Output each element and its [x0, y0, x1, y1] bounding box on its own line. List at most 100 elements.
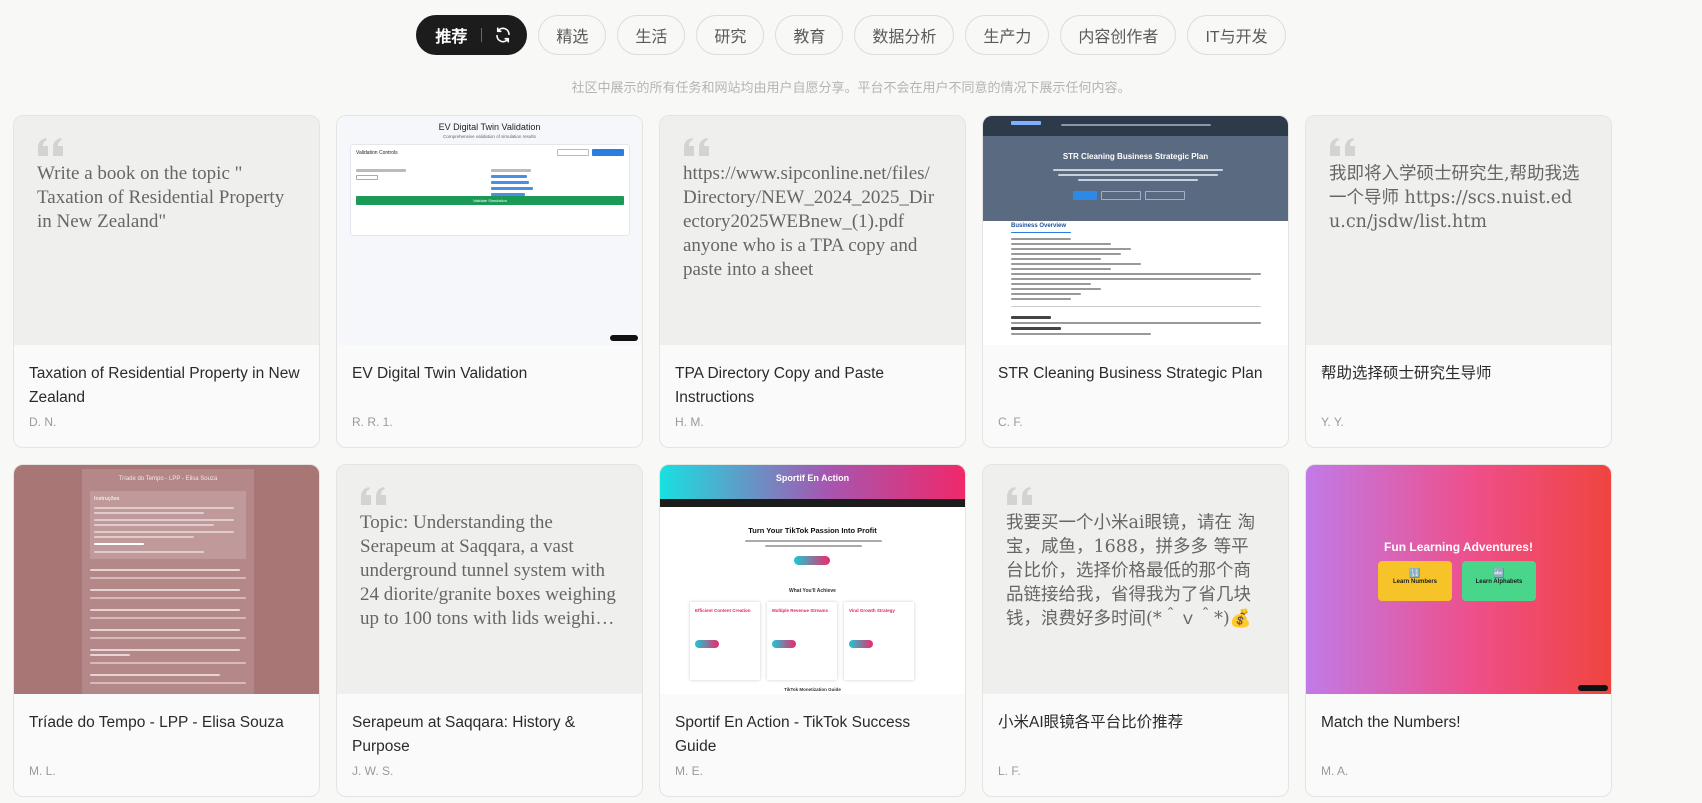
task-card[interactable]: https://www.sipconline.net/files/Directo…	[659, 115, 966, 448]
task-card[interactable]: Topic: Understanding the Serapeum at Saq…	[336, 464, 643, 797]
preview-bar	[1011, 327, 1061, 330]
preview-feature-title: Efficient Content Creation	[695, 608, 751, 613]
card-thumbnail: Sportif En Action Turn Your TikTok Passi…	[660, 465, 965, 694]
preview-bar	[1011, 238, 1071, 240]
preview-badge	[610, 335, 638, 341]
preview-bar	[94, 524, 214, 526]
preview-button	[695, 640, 719, 648]
preview-bar	[1101, 191, 1141, 200]
preview-bar	[1011, 333, 1151, 335]
card-thumbnail: 我即将入学硕士研究生,帮助我选一个导师 https://scs.nuist.ed…	[1306, 116, 1611, 345]
tab-education[interactable]: 教育	[775, 15, 844, 55]
tab-featured[interactable]: 精选	[538, 15, 607, 55]
preview-title: Tríade do Tempo - LPP - Elisa Souza	[118, 476, 218, 482]
card-author: M. A.	[1321, 764, 1349, 778]
task-card[interactable]: EV Digital Twin Validation Comprehensive…	[336, 115, 643, 448]
numbers-icon: 🔢	[1409, 568, 1421, 578]
preview-bar	[90, 654, 130, 656]
tab-label: 数据分析	[872, 29, 937, 46]
preview-button: Validate Simulation	[356, 196, 624, 205]
quote-icon	[684, 138, 709, 156]
community-notice: 社区中展示的所有任务和网站均由用户自愿分享。平台不会在用户不同意的情况下展示任何…	[571, 80, 1131, 95]
tab-it-dev[interactable]: IT与开发	[1187, 15, 1286, 55]
preview-bar	[1011, 278, 1251, 280]
preview-button	[794, 556, 830, 565]
tab-divider	[481, 28, 483, 42]
preview-bar	[90, 662, 246, 664]
category-tabs: 推荐 精选 生活 研究 教育 数据分析 生产力 内容创作者 IT与开发	[0, 15, 1702, 55]
preview-bar	[90, 589, 240, 591]
card-author: R. R. 1.	[352, 415, 393, 429]
task-card[interactable]: Sportif En Action Turn Your TikTok Passi…	[659, 464, 966, 797]
preview-bar	[90, 569, 240, 571]
task-card[interactable]: 我即将入学硕士研究生,帮助我选一个导师 https://scs.nuist.ed…	[1305, 115, 1612, 448]
tab-content-creator[interactable]: 内容创作者	[1060, 15, 1177, 55]
preview-bar	[491, 169, 531, 172]
refresh-icon[interactable]	[494, 26, 512, 44]
card-author: M. L.	[29, 764, 56, 778]
preview-bar	[94, 551, 204, 553]
tab-research[interactable]: 研究	[696, 15, 765, 55]
card-title: Tríade do Tempo - LPP - Elisa Souza	[29, 714, 284, 731]
preview-badge	[1578, 685, 1608, 691]
card-thumbnail: Topic: Understanding the Serapeum at Saq…	[337, 465, 642, 694]
preview-feature-card: Viral Growth Strategy	[844, 602, 914, 680]
preview-bar	[1011, 232, 1071, 233]
preview-bar	[94, 531, 234, 533]
prompt-text: 我即将入学硕士研究生,帮助我选一个导师 https://scs.nuist.ed…	[1329, 164, 1580, 232]
tab-label: 研究	[714, 29, 747, 46]
card-title: Serapeum at Saqqara: History & Purpose	[352, 714, 576, 755]
preview-bar	[1011, 273, 1261, 275]
card-thumbnail: Write a book on the topic " Taxation of …	[14, 116, 319, 345]
preview-bar	[1061, 124, 1211, 126]
website-preview: Fun Learning Adventures! 🔢 Learn Numbers…	[1306, 465, 1611, 694]
preview-bar	[1011, 283, 1091, 285]
website-preview: STR Cleaning Business Strategic Plan Bus…	[983, 116, 1288, 345]
preview-title: Fun Learning Adventures!	[1384, 540, 1533, 554]
card-title: 小米AI眼镜各平台比价推荐	[998, 714, 1184, 731]
preview-bar	[1011, 248, 1131, 250]
preview-section: Instruções	[94, 496, 120, 502]
tab-productivity[interactable]: 生产力	[965, 15, 1050, 55]
task-card[interactable]: Write a book on the topic " Taxation of …	[13, 115, 320, 448]
preview-bar	[90, 649, 240, 651]
quote-icon	[1330, 138, 1355, 156]
tab-life[interactable]: 生活	[617, 15, 686, 55]
card-title: 帮助选择硕士研究生导师	[1321, 365, 1492, 382]
preview-bar	[1073, 191, 1097, 200]
preview-section: What You'll Achieve	[789, 588, 836, 594]
preview-bar	[90, 597, 246, 599]
preview-bar	[592, 149, 624, 156]
preview-title: EV Digital Twin Validation	[438, 122, 541, 132]
preview-bar	[90, 637, 246, 639]
preview-bar	[356, 175, 378, 180]
preview-bar	[1011, 288, 1101, 290]
card-author: D. N.	[29, 415, 57, 429]
card-author: H. M.	[675, 415, 704, 429]
card-thumbnail: EV Digital Twin Validation Comprehensive…	[337, 116, 642, 345]
task-card[interactable]: Fun Learning Adventures! 🔢 Learn Numbers…	[1305, 464, 1612, 797]
tab-recommended[interactable]: 推荐	[416, 15, 528, 55]
preview-feature-title: Multiple Revenue Streams	[772, 608, 829, 613]
task-card[interactable]: 我要买一个小米ai眼镜，请在 淘宝，咸鱼，1688，拼多多 等平台比价，选择价格…	[982, 464, 1289, 797]
preview-bar	[356, 169, 406, 172]
prompt-text: https://www.sipconline.net/files/Directo…	[683, 163, 935, 280]
preview-hero: STR Cleaning Business Strategic Plan	[983, 136, 1288, 221]
card-title: EV Digital Twin Validation	[352, 365, 528, 382]
preview-bar	[1145, 191, 1185, 200]
preview-bar	[557, 149, 589, 156]
preview-button-label: Learn Numbers	[1392, 579, 1437, 585]
quote-icon	[361, 487, 386, 505]
preview-bar	[90, 629, 240, 631]
preview-box: Instruções	[90, 491, 246, 559]
tab-data-analysis[interactable]: 数据分析	[854, 15, 955, 55]
tab-label: IT与开发	[1205, 29, 1268, 46]
preview-feature-title: Viral Growth Strategy	[849, 608, 895, 613]
preview-bar	[491, 187, 533, 190]
preview-bar	[1011, 253, 1121, 255]
preview-bar	[745, 540, 882, 542]
task-card[interactable]: Tríade do Tempo - LPP - Elisa Souza Inst…	[13, 464, 320, 797]
tab-label: 生产力	[983, 29, 1032, 46]
task-card[interactable]: STR Cleaning Business Strategic Plan Bus…	[982, 115, 1289, 448]
preview-bar	[94, 507, 234, 509]
